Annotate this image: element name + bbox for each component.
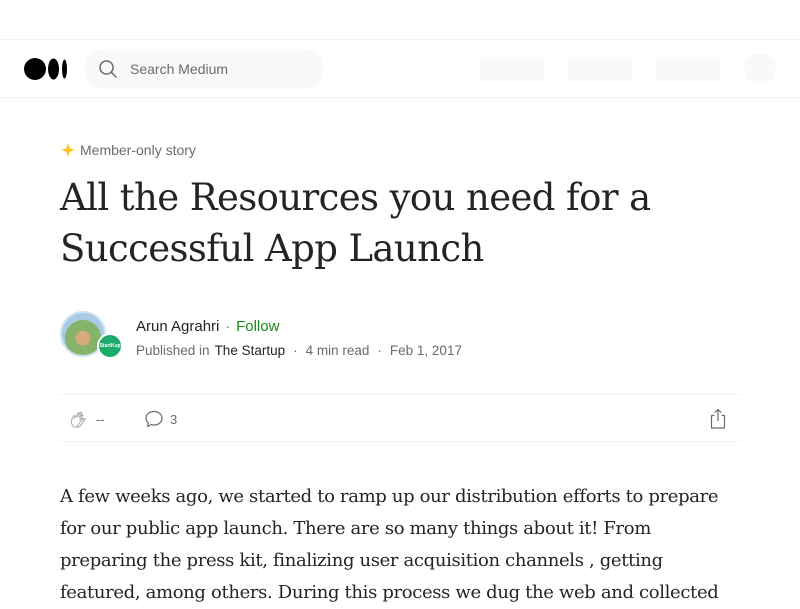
article-title: All the Resources you need for a Success… — [60, 176, 651, 270]
publish-date: Feb 1, 2017 — [389, 342, 462, 358]
publication-name-link[interactable]: The Startup — [215, 343, 286, 358]
separator-dot: · — [225, 318, 231, 334]
member-only-label: Member-only story — [80, 142, 196, 158]
clap-button[interactable]: -- — [68, 409, 105, 429]
follow-button[interactable]: Follow — [236, 318, 279, 335]
search-bar[interactable] — [84, 49, 324, 89]
response-count: 3 — [170, 411, 178, 427]
clap-count: -- — [96, 411, 105, 427]
article-body-paragraph: A few weeks ago, we started to ramp up o… — [60, 486, 719, 603]
medium-logo[interactable] — [24, 57, 70, 81]
nav-placeholder-signin[interactable] — [656, 57, 720, 81]
search-input[interactable] — [130, 49, 310, 89]
nav-placeholder-write[interactable] — [480, 57, 544, 81]
speech-bubble-icon — [145, 410, 163, 427]
author-line: Arun Agrahri · Follow — [136, 316, 279, 336]
member-only-badge: Member-only story — [60, 140, 196, 160]
author-name-link[interactable]: Arun Agrahri — [136, 318, 219, 335]
search-icon — [99, 60, 117, 78]
article-actions-bar: -- 3 — [60, 394, 740, 442]
star-icon — [61, 143, 75, 157]
share-icon[interactable] — [708, 408, 728, 430]
separator-dot: · — [293, 342, 298, 358]
responses-button[interactable]: 3 — [144, 409, 177, 429]
read-time: 4 min read — [305, 342, 370, 358]
nav-placeholder-signup[interactable] — [568, 57, 632, 81]
article-meta: Published in The Startup · 4 min read · … — [136, 341, 462, 359]
separator-dot: · — [377, 342, 382, 358]
clap-icon — [70, 411, 86, 428]
top-strip — [0, 0, 800, 40]
site-header — [0, 40, 800, 98]
publication-avatar[interactable]: StartKup — [97, 333, 123, 359]
user-avatar-placeholder[interactable] — [744, 53, 776, 85]
published-in-label: Published in — [136, 342, 210, 358]
